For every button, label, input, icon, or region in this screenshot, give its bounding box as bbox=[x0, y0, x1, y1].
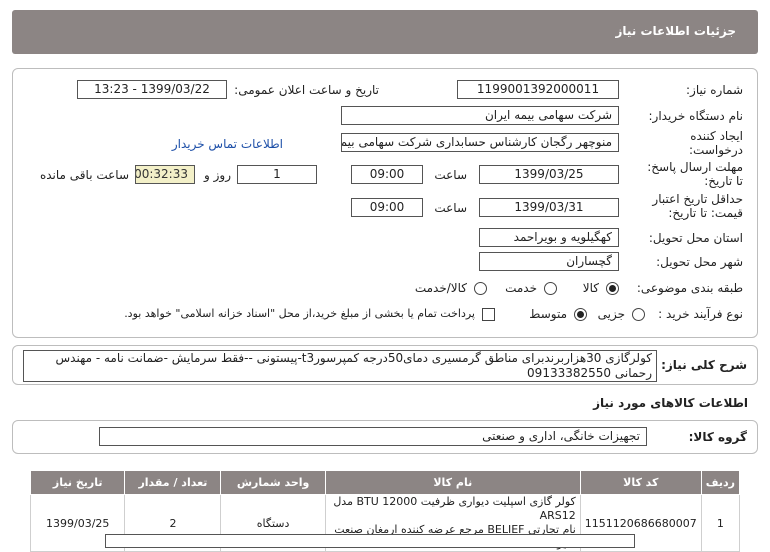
validity-date-field: 1399/03/31 bbox=[479, 198, 619, 217]
announce-datetime-field: 1399/03/22 - 13:23 bbox=[77, 80, 227, 99]
category-option-goods: کالا bbox=[582, 281, 599, 295]
category-radio-service[interactable] bbox=[544, 282, 557, 295]
need-info-panel: شماره نیاز: 1199001392000011 تاریخ و ساع… bbox=[12, 68, 758, 338]
category-radio-goods[interactable] bbox=[606, 282, 619, 295]
validity-label-line1: حداقل تاریخ اعتبار bbox=[652, 192, 743, 206]
process-option-minor: جزیی bbox=[597, 307, 625, 321]
category-radio-goods-service[interactable] bbox=[474, 282, 487, 295]
city-label: شهر محل تحویل: bbox=[656, 255, 743, 269]
col-qty: تعداد / مقدار bbox=[124, 470, 222, 495]
remaining-days-field: 1 bbox=[237, 165, 317, 184]
announce-datetime-label: تاریخ و ساعت اعلان عمومی: bbox=[234, 83, 379, 97]
description-label: شرح کلی نیاز: bbox=[661, 358, 747, 372]
category-label: طبقه بندی موضوعی: bbox=[636, 281, 743, 295]
province-label: استان محل تحویل: bbox=[648, 231, 743, 245]
payment-treasury-checkbox[interactable] bbox=[482, 308, 495, 321]
days-label: روز و bbox=[204, 168, 231, 182]
validity-time-label: ساعت bbox=[434, 201, 467, 215]
city-field: گچساران bbox=[479, 252, 619, 271]
item-name-line1: کولر گازی اسپلیت دیواری ظرفیت BTU 12000 … bbox=[333, 495, 576, 522]
goods-section-title: اطلاعات کالاهای مورد نیاز bbox=[593, 396, 748, 410]
buyer-label: نام دستگاه خریدار: bbox=[648, 109, 744, 123]
category-option-service: خدمت bbox=[505, 281, 537, 295]
creator-field: منوچهر رگجان کارشناس حسابداری شرکت سهامی… bbox=[341, 133, 619, 152]
process-option-medium: متوسط bbox=[529, 307, 567, 321]
description-panel: شرح کلی نیاز: کولرگازی 30هزاربرندبرای من… bbox=[12, 345, 758, 385]
deadline-label-line2: تا تاریخ: bbox=[704, 174, 743, 188]
validity-time-field: 09:00 bbox=[351, 198, 423, 217]
goods-group-panel: گروه کالا: تجهیزات خانگی، اداری و صنعتی bbox=[12, 420, 758, 454]
deadline-date-field: 1399/03/25 bbox=[479, 165, 619, 184]
col-unit: واحد شمارش bbox=[220, 470, 326, 495]
province-field: کهگیلویه و بویراحمد bbox=[479, 228, 619, 247]
creator-label-line1: ایجاد کننده bbox=[690, 129, 743, 143]
process-radio-minor[interactable] bbox=[632, 308, 645, 321]
remaining-timer: 00:32:33 bbox=[135, 165, 195, 184]
payment-treasury-note: پرداخت تمام یا بخشی از مبلغ خرید،از محل … bbox=[124, 307, 475, 320]
row-number: 1 bbox=[700, 494, 741, 552]
deadline-label-line1: مهلت ارسال پاسخ: bbox=[647, 160, 743, 174]
col-code: کد کالا bbox=[579, 470, 702, 495]
remaining-label: ساعت باقی مانده bbox=[39, 168, 129, 182]
validity-label-line2: قیمت: تا تاریخ: bbox=[668, 206, 743, 220]
goods-table-header: ردیف کد کالا نام کالا واحد شمارش تعداد /… bbox=[29, 470, 741, 495]
goods-group-field: تجهیزات خانگی، اداری و صنعتی bbox=[99, 427, 647, 446]
notes-box bbox=[105, 534, 635, 548]
goods-group-label: گروه کالا: bbox=[688, 430, 747, 444]
need-number-label: شماره نیاز: bbox=[686, 83, 743, 97]
col-row: ردیف bbox=[700, 470, 741, 495]
deadline-time-label: ساعت bbox=[434, 168, 467, 182]
description-text: کولرگازی 30هزاربرندبرای مناطق گرمسیری دم… bbox=[23, 350, 657, 382]
creator-label-line2: درخواست: bbox=[689, 143, 743, 157]
buyer-field: شرکت سهامی بیمه ایران bbox=[341, 106, 619, 125]
col-name: نام کالا bbox=[324, 470, 581, 495]
process-radio-medium[interactable] bbox=[574, 308, 587, 321]
process-label: نوع فرآیند خرید : bbox=[658, 307, 743, 321]
page-title: جزئیات اطلاعات نیاز bbox=[615, 24, 736, 38]
page-header: جزئیات اطلاعات نیاز bbox=[12, 10, 758, 54]
col-date: تاریخ نیاز bbox=[29, 470, 126, 495]
buyer-contact-link[interactable]: اطلاعات تماس خریدار bbox=[172, 137, 283, 151]
deadline-time-field: 09:00 bbox=[351, 165, 423, 184]
category-option-goods-service: کالا/خدمت bbox=[414, 281, 467, 295]
need-number-field: 1199001392000011 bbox=[457, 80, 619, 99]
